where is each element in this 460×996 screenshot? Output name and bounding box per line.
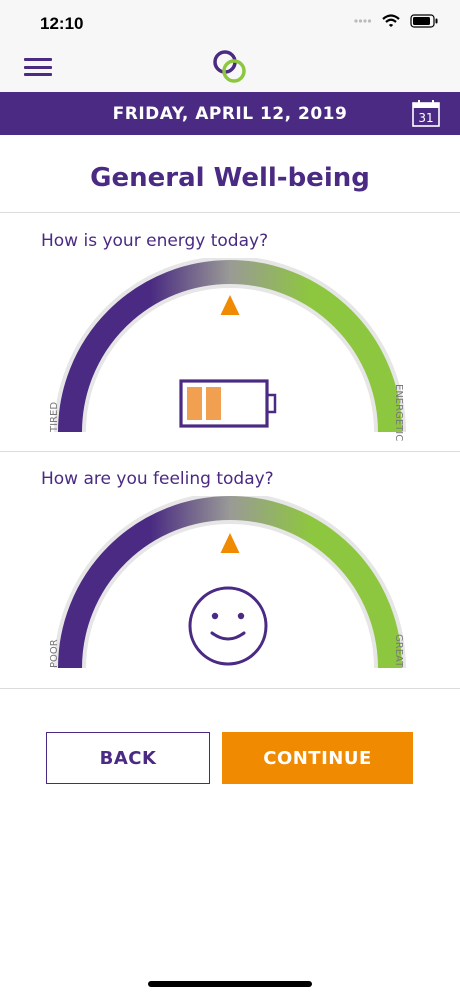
battery-status-icon [410,14,438,28]
feeling-level-indicator[interactable] [220,533,240,553]
calendar-day: 31 [418,111,433,125]
divider [0,212,460,213]
energy-left-label: TIRED [49,402,60,433]
menu-icon-line [24,73,52,76]
feeling-gauge[interactable]: POOR GREAT [40,496,420,686]
energy-question: How is your energy today? [41,231,269,251]
date-bar: FRIDAY, APRIL 12, 2019 31 [0,92,460,135]
cellular-signal-icon [354,19,372,23]
divider [0,451,460,452]
divider [0,688,460,689]
energy-level-indicator[interactable] [220,295,240,315]
home-indicator[interactable] [148,981,312,987]
status-icons [354,14,438,28]
calendar-icon[interactable]: 31 [412,100,440,127]
back-button[interactable]: BACK [46,732,210,784]
battery-icon [179,379,277,428]
energy-gauge[interactable]: TIRED ENERGETIC [40,258,420,448]
page-title: General Well-being [90,163,370,193]
menu-icon-line [24,58,52,61]
app-logo-icon [213,50,246,83]
wifi-icon [382,14,400,27]
feeling-left-label: POOR [49,639,60,668]
smiley-face-icon [188,586,268,666]
continue-button[interactable]: CONTINUE [222,732,413,784]
status-bar: 12:10 [0,0,460,46]
current-date: FRIDAY, APRIL 12, 2019 [112,104,348,124]
app-header [0,46,460,92]
energy-right-label: ENERGETIC [393,384,404,441]
menu-button[interactable] [24,54,52,80]
menu-icon-line [24,65,52,69]
feeling-question: How are you feeling today? [41,469,274,489]
feeling-right-label: GREAT [393,634,404,668]
status-time: 12:10 [40,14,84,33]
